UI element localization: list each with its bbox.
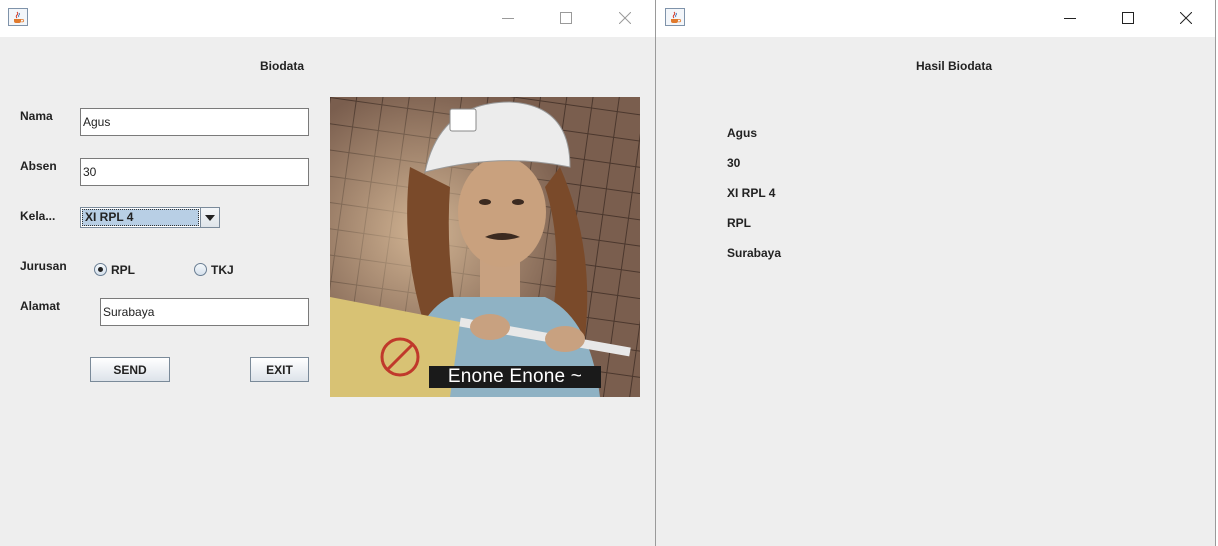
absen-field[interactable] (80, 158, 309, 186)
dropdown-arrow-button[interactable] (200, 208, 219, 227)
page-title: Biodata (260, 59, 305, 73)
title-bar[interactable] (656, 0, 1215, 37)
maximize-button[interactable] (552, 4, 580, 32)
java-app-icon (8, 8, 28, 26)
absen-label: Absen (20, 159, 57, 173)
nama-field[interactable] (80, 108, 309, 136)
send-button[interactable]: SEND (90, 357, 170, 382)
alamat-label: Alamat (20, 299, 61, 313)
minimize-button[interactable] (494, 4, 522, 32)
rpl-radio[interactable] (94, 263, 107, 276)
biodata-window: Biodata Nama Absen Kela... XI RPL 4 Juru… (0, 0, 655, 546)
meme-caption: Enone Enone ~ (429, 366, 601, 388)
close-icon (619, 12, 631, 24)
nama-label: Nama (20, 109, 53, 123)
kelas-label: Kela... (20, 209, 56, 223)
java-app-icon (665, 8, 685, 26)
tkj-radio-label[interactable]: TKJ (211, 263, 234, 277)
meme-illustration (330, 97, 640, 397)
tkj-radio[interactable] (194, 263, 207, 276)
result-jurusan: RPL (727, 216, 751, 230)
radio-selected-dot (98, 267, 103, 272)
close-button[interactable] (611, 4, 639, 32)
result-absen: 30 (727, 156, 741, 170)
meme-image: Enone Enone ~ (330, 97, 640, 397)
result-nama: Agus (727, 126, 757, 140)
rpl-radio-label[interactable]: RPL (111, 263, 135, 277)
exit-button[interactable]: EXIT (250, 357, 309, 382)
title-bar[interactable] (0, 0, 655, 37)
result-kelas: XI RPL 4 (727, 186, 776, 200)
maximize-button[interactable] (1114, 4, 1142, 32)
alamat-field[interactable] (100, 298, 309, 326)
minimize-icon (502, 18, 514, 19)
jurusan-label: Jurusan (20, 259, 67, 273)
close-button[interactable] (1172, 4, 1200, 32)
kelas-dropdown[interactable]: XI RPL 4 (80, 207, 220, 228)
close-icon (1180, 12, 1192, 24)
hasil-biodata-window: Hasil Biodata Agus 30 XI RPL 4 RPL Surab… (655, 0, 1216, 546)
maximize-icon (1122, 12, 1134, 24)
result-alamat: Surabaya (727, 246, 782, 260)
minimize-icon (1064, 18, 1076, 19)
minimize-button[interactable] (1056, 4, 1084, 32)
chevron-down-icon (205, 214, 215, 221)
maximize-icon (560, 12, 572, 24)
kelas-selected-value: XI RPL 4 (82, 209, 199, 226)
page-title: Hasil Biodata (916, 59, 993, 73)
